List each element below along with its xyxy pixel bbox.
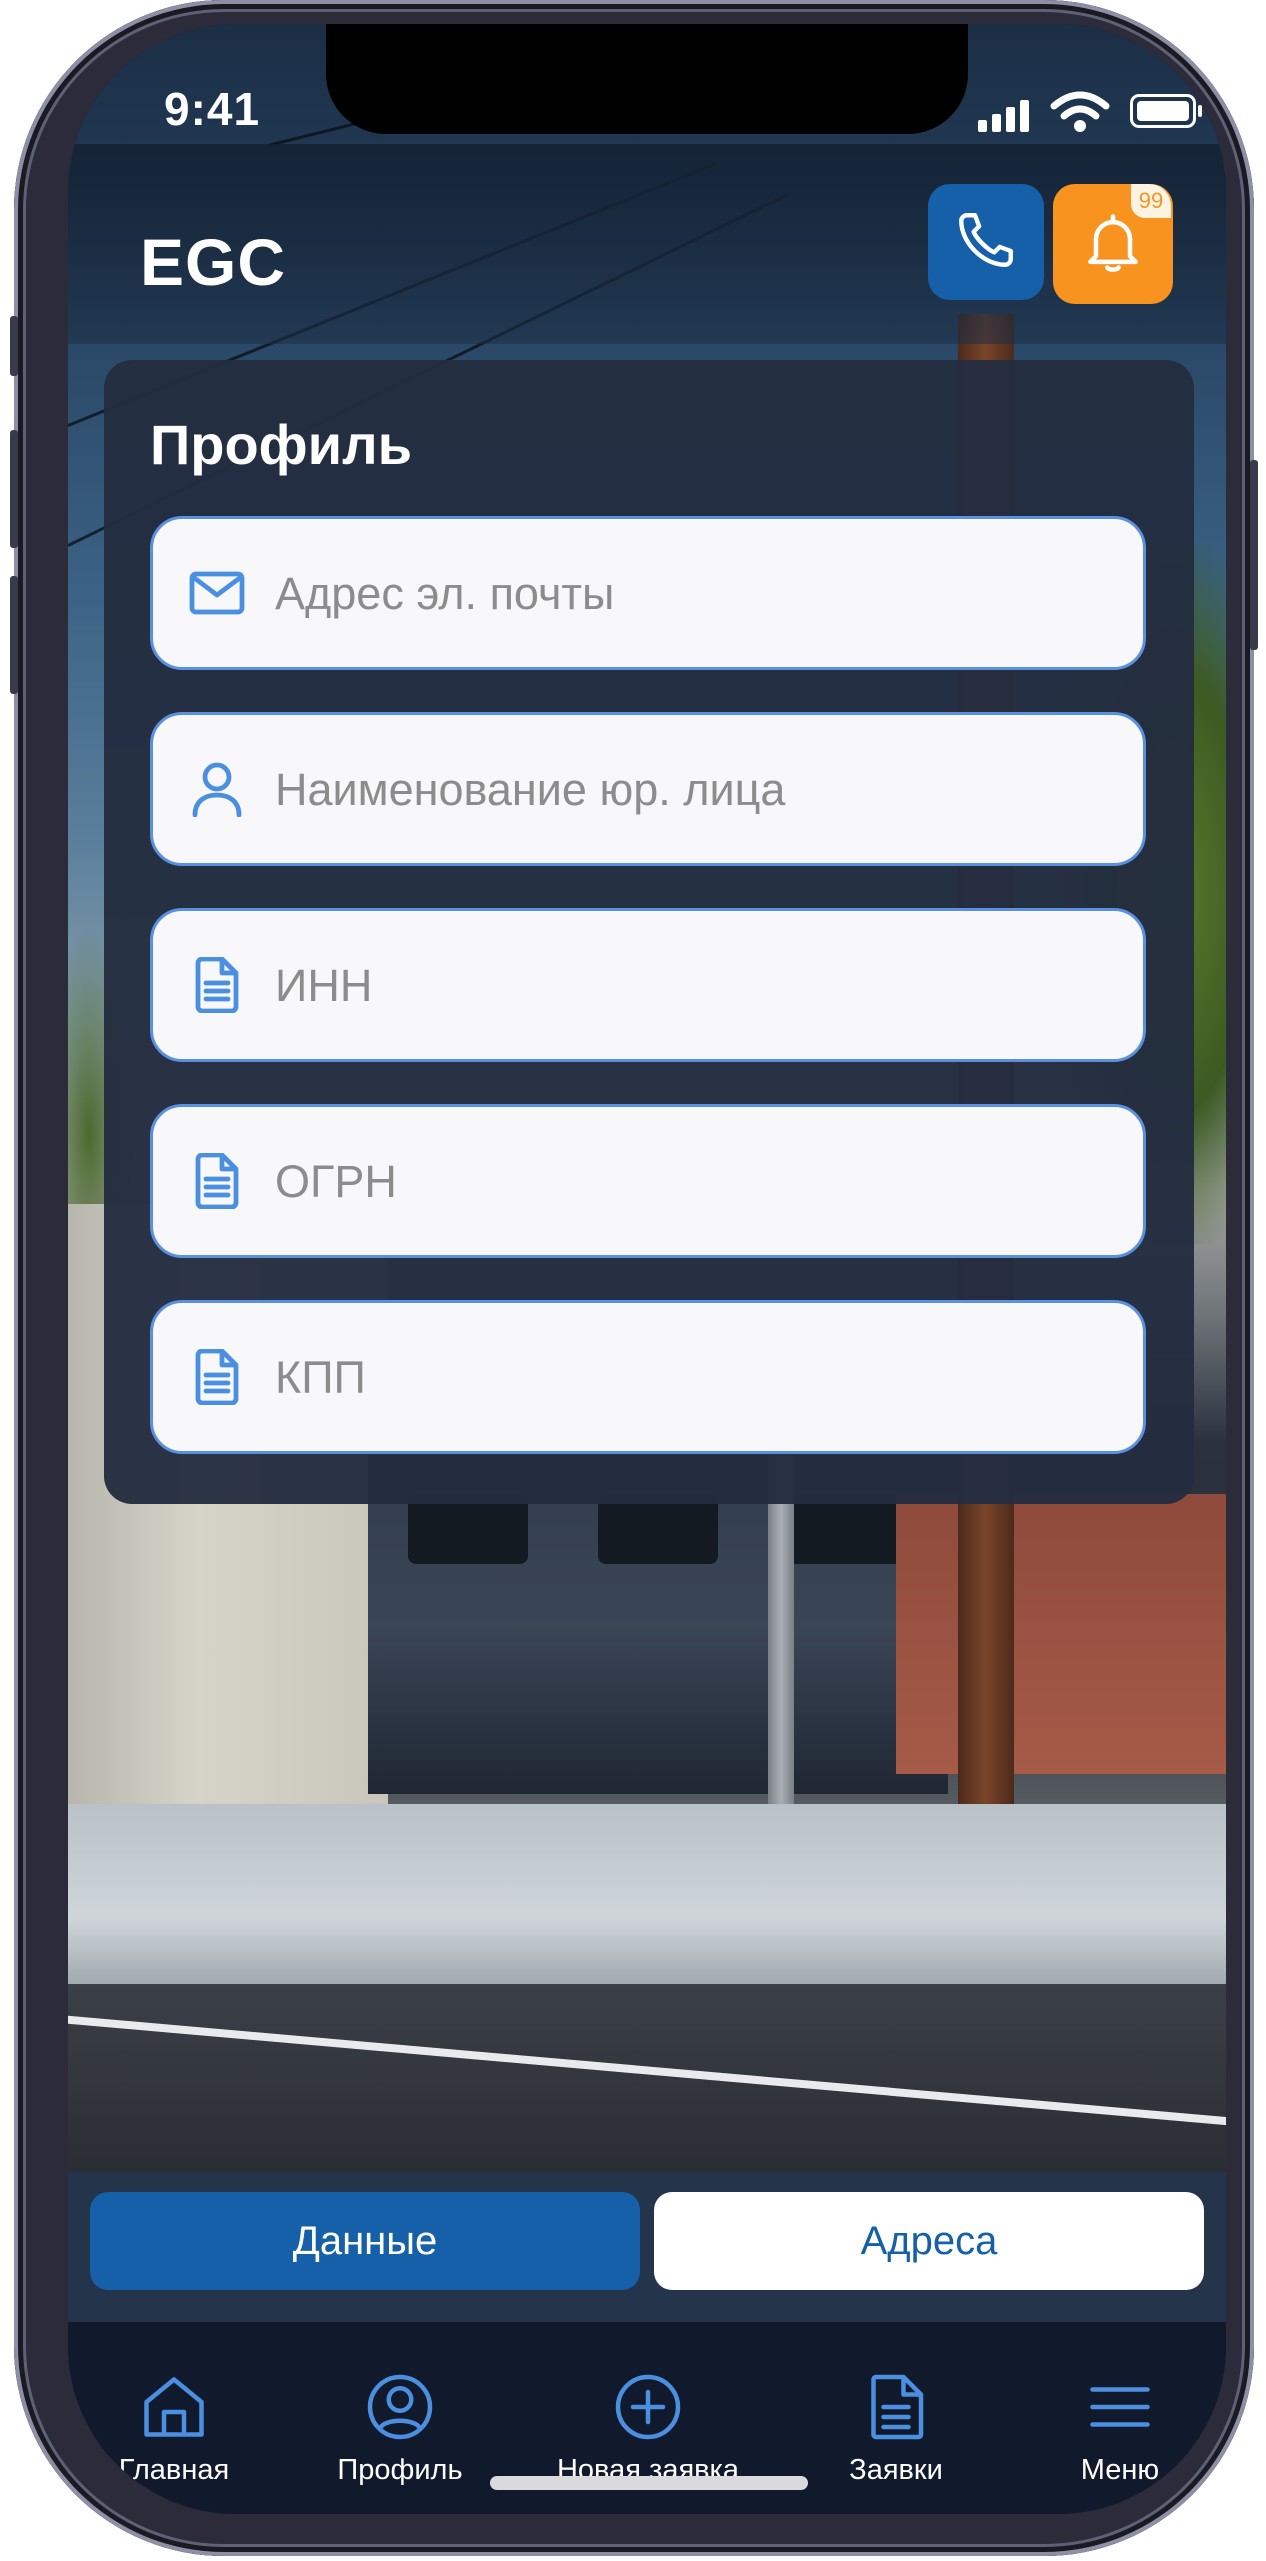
volume-up-button bbox=[10, 430, 18, 548]
envelope-icon bbox=[185, 561, 249, 625]
company-name-field[interactable] bbox=[150, 712, 1146, 866]
mute-switch bbox=[10, 316, 18, 376]
bg-cabinet-unit bbox=[408, 1494, 528, 1564]
ogrn-field[interactable] bbox=[150, 1104, 1146, 1258]
phone-frame: 9:41 EGC 99 Профиль Адрес эл. почты Наим… bbox=[10, 0, 1258, 2556]
profile-icon bbox=[365, 2372, 435, 2442]
tab-addresses[interactable]: Адреса bbox=[654, 2192, 1204, 2290]
cellular-signal-icon bbox=[978, 96, 1038, 132]
nav-requests[interactable]: Заявки bbox=[796, 2322, 996, 2514]
battery-icon bbox=[1130, 94, 1202, 128]
nav-home[interactable]: Главная bbox=[74, 2322, 274, 2514]
ogrn-input[interactable] bbox=[273, 1131, 1117, 1233]
home-indicator bbox=[490, 2476, 808, 2490]
status-time: 9:41 bbox=[164, 83, 261, 135]
bg-cabinet-unit bbox=[598, 1494, 718, 1564]
menu-icon bbox=[1085, 2372, 1155, 2442]
segmented-control: Данные Адреса bbox=[68, 2172, 1226, 2322]
power-button bbox=[1250, 460, 1258, 650]
wifi-icon bbox=[1050, 90, 1110, 139]
user-icon bbox=[185, 757, 249, 821]
document-icon bbox=[185, 953, 249, 1017]
inn-field[interactable] bbox=[150, 908, 1146, 1062]
phone-icon bbox=[953, 207, 1019, 278]
document-icon bbox=[861, 2372, 931, 2442]
notch bbox=[326, 24, 968, 134]
volume-down-button bbox=[10, 576, 18, 694]
document-icon bbox=[185, 1149, 249, 1213]
inn-input[interactable] bbox=[273, 935, 1117, 1037]
nav-requests-label: Заявки bbox=[849, 2454, 943, 2486]
app-logo: EGC bbox=[140, 225, 287, 299]
status-bar: 9:41 bbox=[68, 24, 1226, 144]
kpp-input[interactable] bbox=[273, 1327, 1117, 1429]
home-icon bbox=[139, 2372, 209, 2442]
company-name-input[interactable] bbox=[273, 739, 1117, 841]
call-button[interactable] bbox=[928, 184, 1044, 300]
bell-icon bbox=[1079, 208, 1147, 281]
profile-title: Профиль bbox=[150, 413, 413, 476]
email-input[interactable] bbox=[273, 543, 1117, 645]
nav-profile-label: Профиль bbox=[337, 2454, 463, 2486]
nav-home-label: Главная bbox=[118, 2454, 230, 2486]
screen: 9:41 EGC 99 Профиль Адрес эл. почты Наим… bbox=[68, 24, 1226, 2514]
plus-circle-icon bbox=[613, 2372, 683, 2442]
bg-cabinet-unit bbox=[788, 1494, 908, 1564]
bg-sidewalk bbox=[68, 1804, 1226, 1994]
nav-menu-label: Меню bbox=[1080, 2454, 1160, 2486]
email-field[interactable] bbox=[150, 516, 1146, 670]
document-icon bbox=[185, 1345, 249, 1409]
kpp-field[interactable] bbox=[150, 1300, 1146, 1454]
bg-brick-wall bbox=[896, 1494, 1226, 1774]
nav-menu[interactable]: Меню bbox=[1020, 2322, 1220, 2514]
bg-road bbox=[68, 1984, 1226, 2174]
nav-profile[interactable]: Профиль bbox=[300, 2322, 500, 2514]
tab-data[interactable]: Данные bbox=[90, 2192, 640, 2290]
profile-card: Профиль bbox=[104, 360, 1194, 1504]
